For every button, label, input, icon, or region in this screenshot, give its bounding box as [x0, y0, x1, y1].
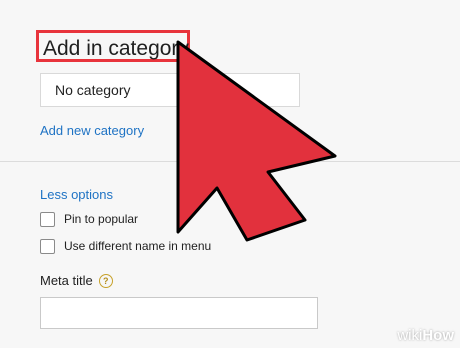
category-select[interactable]: No category	[40, 73, 300, 107]
add-new-category-link[interactable]: Add new category	[40, 123, 144, 138]
wikihow-watermark: wikiHow	[397, 327, 454, 344]
section-divider	[0, 161, 460, 162]
watermark-suffix: How	[422, 327, 454, 344]
meta-title-label-row: Meta title ?	[40, 273, 113, 288]
add-in-category-heading: Add in category	[36, 30, 190, 62]
watermark-prefix: wiki	[397, 327, 423, 344]
meta-title-input[interactable]	[40, 297, 318, 329]
different-name-checkbox[interactable]	[40, 238, 55, 254]
pin-to-popular-option[interactable]: Pin to popular	[40, 210, 138, 228]
pin-to-popular-label: Pin to popular	[64, 212, 139, 226]
meta-title-label: Meta title	[40, 273, 93, 288]
question-mark-icon[interactable]: ?	[98, 273, 113, 288]
category-settings-panel: Add in category No category Add new cate…	[0, 0, 460, 348]
different-name-option[interactable]: Use different name in menu	[40, 237, 211, 255]
pin-to-popular-checkbox[interactable]	[40, 211, 55, 227]
different-name-label: Use different name in menu	[64, 239, 212, 253]
less-options-link[interactable]: Less options	[40, 187, 113, 202]
